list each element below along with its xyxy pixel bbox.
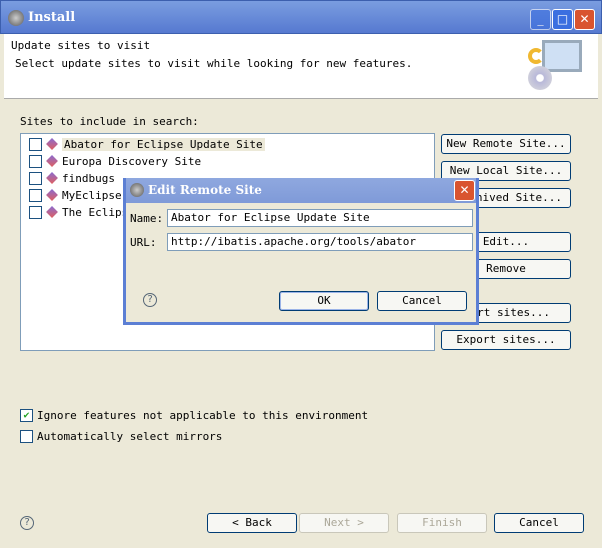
edit-remote-site-dialog: Edit Remote Site ✕ Name: Abator for Ecli… [123, 178, 479, 325]
close-button[interactable]: ✕ [574, 9, 595, 30]
checkbox[interactable] [29, 154, 42, 168]
header-description: Select update sites to visit while looki… [15, 57, 413, 70]
maximize-button[interactable]: □ [552, 9, 573, 30]
checkbox[interactable] [29, 188, 42, 202]
list-item[interactable]: The Eclips [29, 204, 128, 220]
url-label: URL: [130, 236, 157, 249]
name-label: Name: [130, 212, 164, 225]
option-label: Automatically select mirrors [37, 430, 223, 443]
new-remote-site-button[interactable]: New Remote Site... [441, 134, 571, 154]
checkbox[interactable] [29, 205, 42, 219]
cancel-button[interactable]: Cancel [494, 513, 584, 533]
site-icon [46, 206, 58, 218]
checkbox-checked[interactable]: ✔ [20, 409, 33, 422]
site-label: Europa Discovery Site [62, 154, 202, 168]
help-icon[interactable]: ? [143, 293, 157, 307]
site-label: The Eclips [62, 205, 129, 219]
export-sites-button[interactable]: Export sites... [441, 330, 571, 350]
site-icon [46, 138, 58, 150]
finish-button[interactable]: Finish [397, 513, 487, 533]
site-icon [46, 172, 58, 184]
title-bar [0, 0, 602, 34]
list-item[interactable]: Abator for Eclipse Update Site [29, 136, 265, 152]
header-title: Update sites to visit [11, 39, 151, 52]
checkbox[interactable] [20, 430, 33, 443]
ok-button[interactable]: OK [279, 291, 369, 311]
eclipse-icon [8, 10, 24, 26]
back-button[interactable]: < Back [207, 513, 297, 533]
minimize-button[interactable]: _ [530, 9, 551, 30]
site-label: MyEclipse [62, 188, 122, 202]
name-input[interactable]: Abator for Eclipse Update Site [167, 209, 473, 227]
site-icon [46, 189, 58, 201]
site-label: Abator for Eclipse Update Site [62, 137, 265, 151]
list-item[interactable]: MyEclipse [29, 187, 122, 203]
site-label: findbugs [62, 171, 115, 185]
list-item[interactable]: findbugs [29, 170, 115, 186]
ignore-features-option[interactable]: ✔ Ignore features not applicable to this … [20, 409, 368, 422]
dialog-title: Edit Remote Site [148, 183, 262, 197]
dialog-close-button[interactable]: ✕ [454, 180, 475, 201]
checkbox[interactable] [29, 171, 42, 185]
next-button[interactable]: Next > [299, 513, 389, 533]
select-mirrors-option[interactable]: Automatically select mirrors [20, 430, 222, 443]
eclipse-icon [130, 183, 144, 197]
list-item[interactable]: Europa Discovery Site [29, 153, 201, 169]
sites-label: Sites to include in search: [20, 115, 199, 128]
install-computer-icon [528, 40, 584, 92]
window-title: Install [28, 10, 76, 25]
help-icon[interactable]: ? [20, 516, 34, 530]
option-label: Ignore features not applicable to this e… [37, 409, 369, 422]
checkbox[interactable] [29, 137, 42, 151]
site-icon [46, 155, 58, 167]
url-input[interactable]: http://ibatis.apache.org/tools/abator [167, 233, 473, 251]
dialog-cancel-button[interactable]: Cancel [377, 291, 467, 311]
